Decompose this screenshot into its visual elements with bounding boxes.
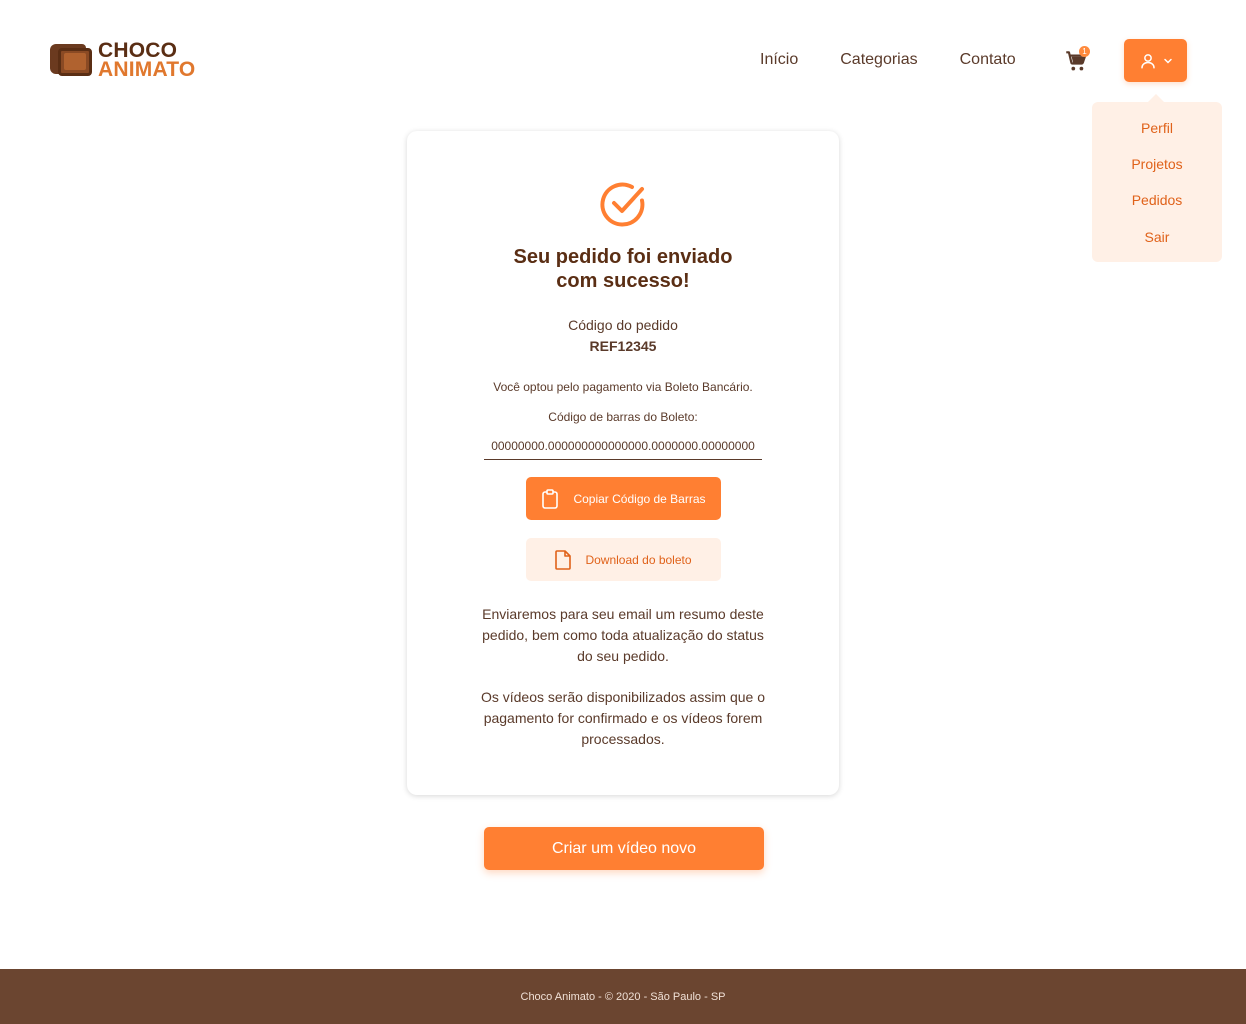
barcode-label: Código de barras do Boleto: [548, 410, 698, 424]
barcode-field[interactable] [484, 433, 762, 460]
create-new-video-button[interactable]: Criar um vídeo novo [484, 827, 764, 870]
email-note: Enviaremos para seu email um resumo dest… [482, 606, 764, 664]
nav-categories[interactable]: Categorias [840, 51, 917, 69]
download-boleto-label: Download do boleto [585, 552, 692, 567]
user-menu-button[interactable] [1124, 39, 1187, 82]
title-line2: com sucesso! [556, 270, 690, 292]
title-line1: Seu pedido foi enviado [513, 246, 733, 268]
menu-item-projects[interactable]: Projetos [1092, 156, 1222, 172]
logo[interactable]: CHOCO ANIMATO [50, 40, 200, 80]
nav-home[interactable]: Início [760, 51, 798, 69]
file-icon [555, 549, 572, 570]
order-code-value: REF12345 [589, 338, 657, 354]
download-boleto-button[interactable]: Download do boleto [526, 538, 721, 581]
copy-barcode-label: Copiar Código de Barras [573, 491, 706, 506]
payment-method-text: Você optou pelo pagamento via Boleto Ban… [493, 380, 753, 394]
menu-item-logout[interactable]: Sair [1092, 229, 1222, 245]
logo-line2: ANIMATO [98, 58, 196, 81]
chevron-down-icon [1163, 58, 1172, 64]
main-nav: Início Categorias Contato [760, 48, 1058, 72]
footer-text: Choco Animato - © 2020 - São Paulo - SP [520, 990, 726, 1003]
nav-contact[interactable]: Contato [960, 51, 1016, 69]
clipboard-icon [542, 488, 559, 509]
logo-text: CHOCO ANIMATO [98, 40, 196, 81]
check-circle-icon [600, 182, 645, 227]
cart-count-badge: 1 [1079, 46, 1090, 57]
order-code-label: Código do pedido [568, 317, 678, 333]
copy-barcode-button[interactable]: Copiar Código de Barras [526, 477, 721, 520]
confirmation-title: Seu pedido foi enviado com sucesso! [407, 245, 839, 293]
menu-item-orders[interactable]: Pedidos [1092, 192, 1222, 208]
user-dropdown-menu: Perfil Projetos Pedidos Sair [1092, 94, 1222, 262]
chocolate-bar-icon [50, 42, 94, 78]
menu-item-profile[interactable]: Perfil [1092, 120, 1222, 136]
video-note: Os vídeos serão disponibilizados assim q… [480, 689, 766, 747]
user-icon [1140, 53, 1155, 68]
footer: Choco Animato - © 2020 - São Paulo - SP [0, 969, 1246, 1024]
order-confirmation-card: Seu pedido foi enviado com sucesso! Códi… [407, 131, 839, 795]
